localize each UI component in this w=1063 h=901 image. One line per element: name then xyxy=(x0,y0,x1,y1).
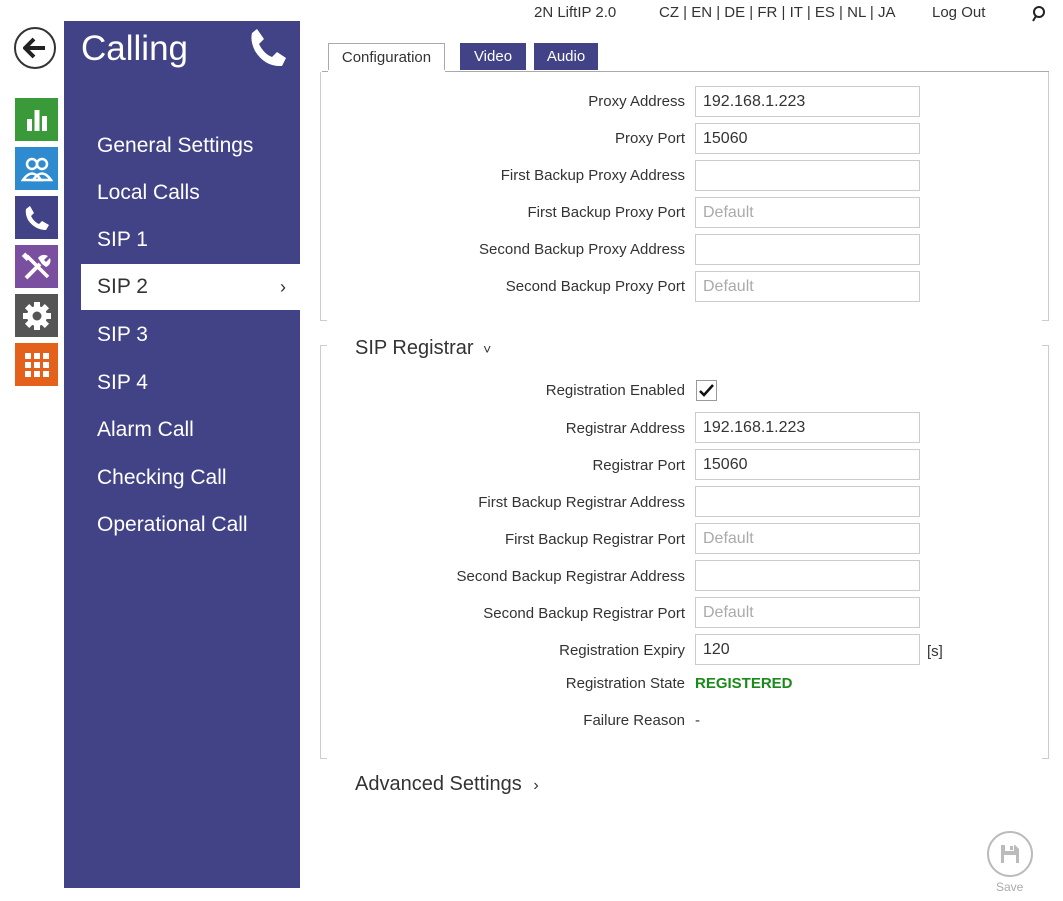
advanced-settings-header[interactable]: Advanced Settings › xyxy=(355,773,539,796)
sidebar-item-label: SIP 2 xyxy=(97,275,148,298)
arrow-left-icon xyxy=(23,37,45,59)
frame-bracket xyxy=(320,72,327,321)
status-icon xyxy=(26,109,47,131)
sidebar-item-general-settings[interactable]: General Settings xyxy=(64,123,283,169)
save-button[interactable] xyxy=(987,831,1033,877)
second-backup-proxy-port-label: Second Backup Proxy Port xyxy=(505,278,685,295)
phone-icon xyxy=(251,29,286,67)
sidebar: Calling General Settings Local Calls SIP… xyxy=(64,21,300,888)
sidebar-item-local-calls[interactable]: Local Calls xyxy=(64,170,283,216)
first-backup-proxy-address-input[interactable] xyxy=(695,160,920,191)
sidebar-item-sip-1[interactable]: SIP 1 xyxy=(64,217,283,263)
sidebar-item-label: SIP 1 xyxy=(97,228,148,251)
registration-state-label: Registration State xyxy=(565,675,685,692)
first-backup-registrar-port-input[interactable] xyxy=(695,523,920,554)
rail-status[interactable] xyxy=(15,98,58,141)
section-title: SIP Registrar xyxy=(355,337,474,359)
frame-bracket xyxy=(320,345,327,759)
frame-bracket xyxy=(1042,345,1049,759)
section-title: Advanced Settings xyxy=(355,773,522,795)
sidebar-item-label: Operational Call xyxy=(97,513,248,536)
sidebar-item-label: SIP 3 xyxy=(97,323,148,346)
proxy-port-label: Proxy Port xyxy=(614,130,685,147)
sidebar-item-label: General Settings xyxy=(97,134,254,157)
first-backup-registrar-address-input[interactable] xyxy=(695,486,920,517)
sidebar-item-alarm-call[interactable]: Alarm Call xyxy=(64,407,283,453)
rail-services[interactable] xyxy=(15,245,58,288)
gear-icon xyxy=(22,301,51,330)
expiry-unit: [s] xyxy=(927,643,943,660)
registrar-port-input[interactable] xyxy=(695,449,920,480)
save-label: Save xyxy=(996,880,1024,894)
rail-directory[interactable] xyxy=(15,147,58,190)
sidebar-item-checking-call[interactable]: Checking Call xyxy=(64,455,283,501)
proxy-address-label: Proxy Address xyxy=(588,93,685,110)
second-backup-registrar-port-input[interactable] xyxy=(695,597,920,628)
tab-video[interactable]: Video xyxy=(460,43,526,70)
rail-calling[interactable] xyxy=(15,196,58,239)
registrar-address-label: Registrar Address xyxy=(565,420,685,437)
second-backup-registrar-port-label: Second Backup Registrar Port xyxy=(483,605,685,622)
sidebar-item-label: Alarm Call xyxy=(97,418,194,441)
second-backup-proxy-address-input[interactable] xyxy=(695,234,920,265)
first-backup-proxy-port-input[interactable] xyxy=(695,197,920,228)
sidebar-item-operational-call[interactable]: Operational Call xyxy=(64,502,283,548)
sidebar-item-label: SIP 4 xyxy=(97,371,148,394)
registration-expiry-input[interactable] xyxy=(695,634,920,665)
first-backup-proxy-port-label: First Backup Proxy Port xyxy=(527,204,685,221)
checkmark-icon xyxy=(699,384,714,397)
tab-configuration[interactable]: Configuration xyxy=(328,43,445,72)
registrar-address-input[interactable] xyxy=(695,412,920,443)
logout-link[interactable]: Log Out xyxy=(932,4,985,21)
chevron-down-icon: ˅ xyxy=(483,341,492,357)
phone-icon xyxy=(25,205,49,230)
registration-enabled-checkbox[interactable] xyxy=(696,380,717,401)
tab-gap xyxy=(328,70,445,72)
language-selector[interactable]: CZ | EN | DE | FR | IT | ES | NL | JA xyxy=(659,4,895,21)
failure-reason-label: Failure Reason xyxy=(583,712,685,729)
product-name: 2N LiftIP 2.0 xyxy=(534,4,617,21)
floppy-disk-icon xyxy=(1001,845,1019,863)
registration-state-value: REGISTERED xyxy=(695,675,793,692)
failure-reason-value: - xyxy=(695,712,700,729)
sidebar-item-sip-3[interactable]: SIP 3 xyxy=(64,312,283,358)
sidebar-item-sip-4[interactable]: SIP 4 xyxy=(64,360,283,406)
rail-system[interactable] xyxy=(15,294,58,337)
sidebar-item-label: Checking Call xyxy=(97,466,227,489)
tab-audio[interactable]: Audio xyxy=(534,43,598,70)
sidebar-item-label: Local Calls xyxy=(97,181,200,204)
second-backup-registrar-address-label: Second Backup Registrar Address xyxy=(456,568,685,585)
chevron-right-icon: › xyxy=(280,277,286,297)
proxy-port-input[interactable] xyxy=(695,123,920,154)
second-backup-proxy-port-input[interactable] xyxy=(695,271,920,302)
first-backup-registrar-address-label: First Backup Registrar Address xyxy=(478,494,685,511)
sip-registrar-header[interactable]: SIP Registrar ˅ xyxy=(355,337,491,360)
registration-enabled-label: Registration Enabled xyxy=(545,382,685,399)
first-backup-proxy-address-label: First Backup Proxy Address xyxy=(500,167,685,184)
frame-bracket xyxy=(1042,72,1049,321)
chevron-right-icon: › xyxy=(533,777,539,794)
second-backup-registrar-address-input[interactable] xyxy=(695,560,920,591)
back-button[interactable] xyxy=(14,27,56,69)
first-backup-registrar-port-label: First Backup Registrar Port xyxy=(504,531,685,548)
registrar-port-label: Registrar Port xyxy=(592,457,685,474)
registration-expiry-label: Registration Expiry xyxy=(559,642,685,659)
grid-icon xyxy=(24,352,49,377)
tools-icon xyxy=(21,251,50,279)
sidebar-item-sip-2[interactable]: SIP 2 › xyxy=(81,264,300,310)
sidebar-title: Calling xyxy=(81,29,188,68)
second-backup-proxy-address-label: Second Backup Proxy Address xyxy=(479,241,685,258)
search-icon[interactable] xyxy=(1031,5,1047,23)
rail-apps[interactable] xyxy=(15,343,58,386)
proxy-address-input[interactable] xyxy=(695,86,920,117)
directory-icon xyxy=(20,157,53,181)
